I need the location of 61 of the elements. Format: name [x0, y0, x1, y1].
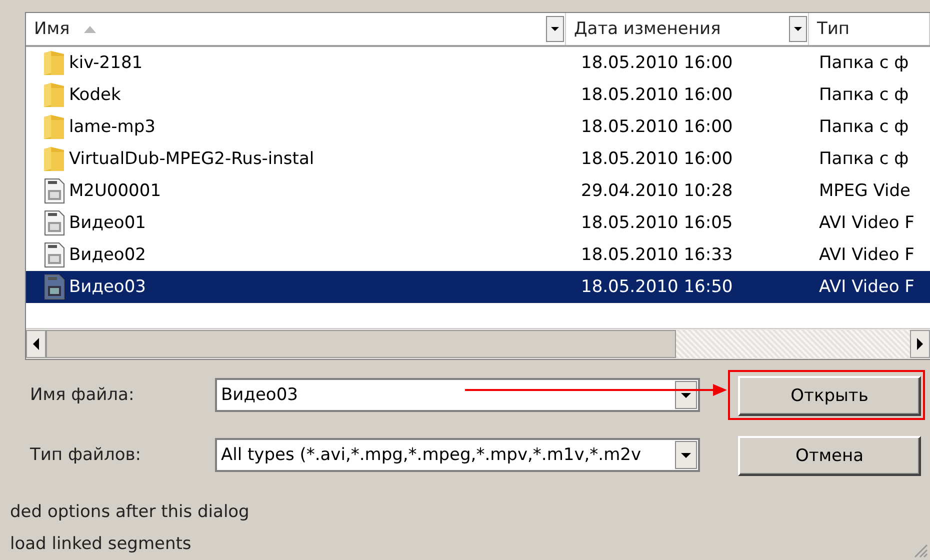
file-name-field[interactable]: Видео03 — [215, 378, 700, 412]
video-file-icon — [43, 274, 65, 300]
horizontal-scrollbar[interactable] — [26, 328, 930, 359]
file-type: Папка с ф — [818, 85, 910, 105]
file-row[interactable]: M2U00001 29.04.2010 10:28 MPEG Vide — [26, 175, 930, 207]
file-name: VirtualDub-MPEG2-Rus-instal — [69, 149, 314, 169]
file-type: AVI Video F — [818, 245, 916, 265]
file-type: Папка с ф — [818, 117, 910, 137]
file-row[interactable]: Видео03 18.05.2010 16:50 AVI Video F — [26, 271, 930, 303]
file-row[interactable]: Видео01 18.05.2010 16:05 AVI Video F — [26, 207, 930, 239]
dropdown-icon[interactable] — [789, 16, 807, 42]
file-row[interactable]: Kodek 18.05.2010 16:00 Папка с ф — [26, 79, 930, 111]
modified-date: 18.05.2010 16:00 — [580, 149, 734, 169]
file-name: Видео01 — [69, 213, 146, 233]
file-name: Видео03 — [69, 277, 146, 297]
resize-grip-icon[interactable] — [912, 542, 928, 558]
video-file-icon — [43, 242, 65, 268]
modified-date: 18.05.2010 16:00 — [580, 53, 734, 73]
modified-date: 18.05.2010 16:05 — [580, 213, 734, 233]
dropdown-icon[interactable] — [675, 381, 697, 409]
folder-icon — [43, 146, 65, 172]
column-header[interactable]: Тип — [809, 13, 930, 45]
file-row[interactable]: Видео02 18.05.2010 16:33 AVI Video F — [26, 239, 930, 271]
scroll-left-icon[interactable] — [26, 330, 46, 358]
folder-icon — [43, 114, 65, 140]
file-type: Папка с ф — [818, 149, 910, 169]
dropdown-icon[interactable] — [546, 16, 564, 42]
modified-date: 18.05.2010 16:33 — [580, 245, 734, 265]
modified-date: 18.05.2010 16:00 — [580, 85, 734, 105]
scroll-right-icon[interactable] — [910, 330, 930, 358]
video-file-icon — [43, 178, 65, 204]
modified-date: 29.04.2010 10:28 — [580, 181, 734, 201]
modified-date: 18.05.2010 16:50 — [580, 277, 734, 297]
video-file-icon — [43, 210, 65, 236]
file-row[interactable]: kiv-2181 18.05.2010 16:00 Папка с ф — [26, 47, 930, 79]
file-type: Папка с ф — [818, 53, 910, 73]
folder-icon — [43, 82, 65, 108]
file-type-label: Тип файлов: — [30, 445, 142, 465]
file-row[interactable]: lame-mp3 18.05.2010 16:00 Папка с ф — [26, 111, 930, 143]
folder-icon — [43, 50, 65, 76]
file-row[interactable]: VirtualDub-MPEG2-Rus-instal 18.05.2010 16:00 Папка с ф — [26, 143, 930, 175]
file-name: lame-mp3 — [69, 117, 156, 137]
file-type: MPEG Vide — [818, 181, 912, 201]
modified-date: 18.05.2010 16:00 — [580, 117, 734, 137]
option-label: load linked segments — [10, 534, 192, 554]
column-header[interactable]: Имя — [26, 13, 566, 45]
file-type: AVI Video F — [818, 277, 916, 297]
file-name: Видео02 — [69, 245, 146, 265]
cancel-button[interactable]: Отмена — [738, 436, 921, 476]
file-name-label: Имя файла: — [30, 385, 136, 405]
column-header[interactable]: Дата изменения — [566, 13, 809, 45]
option-label: ded options after this dialog — [10, 502, 250, 522]
file-type: AVI Video F — [818, 213, 916, 233]
open-button[interactable]: Открыть — [738, 376, 921, 416]
file-name: kiv-2181 — [69, 53, 143, 73]
scrollbar-thumb[interactable] — [46, 330, 676, 358]
file-name: Kodek — [69, 85, 121, 105]
file-name: M2U00001 — [69, 181, 162, 201]
sort-arrow-icon — [84, 26, 96, 32]
dropdown-icon[interactable] — [675, 441, 697, 469]
file-type-dropdown[interactable]: All types (*.avi,*.mpg,*.mpeg,*.mpv,*.m1v,*.m2v — [215, 438, 700, 472]
